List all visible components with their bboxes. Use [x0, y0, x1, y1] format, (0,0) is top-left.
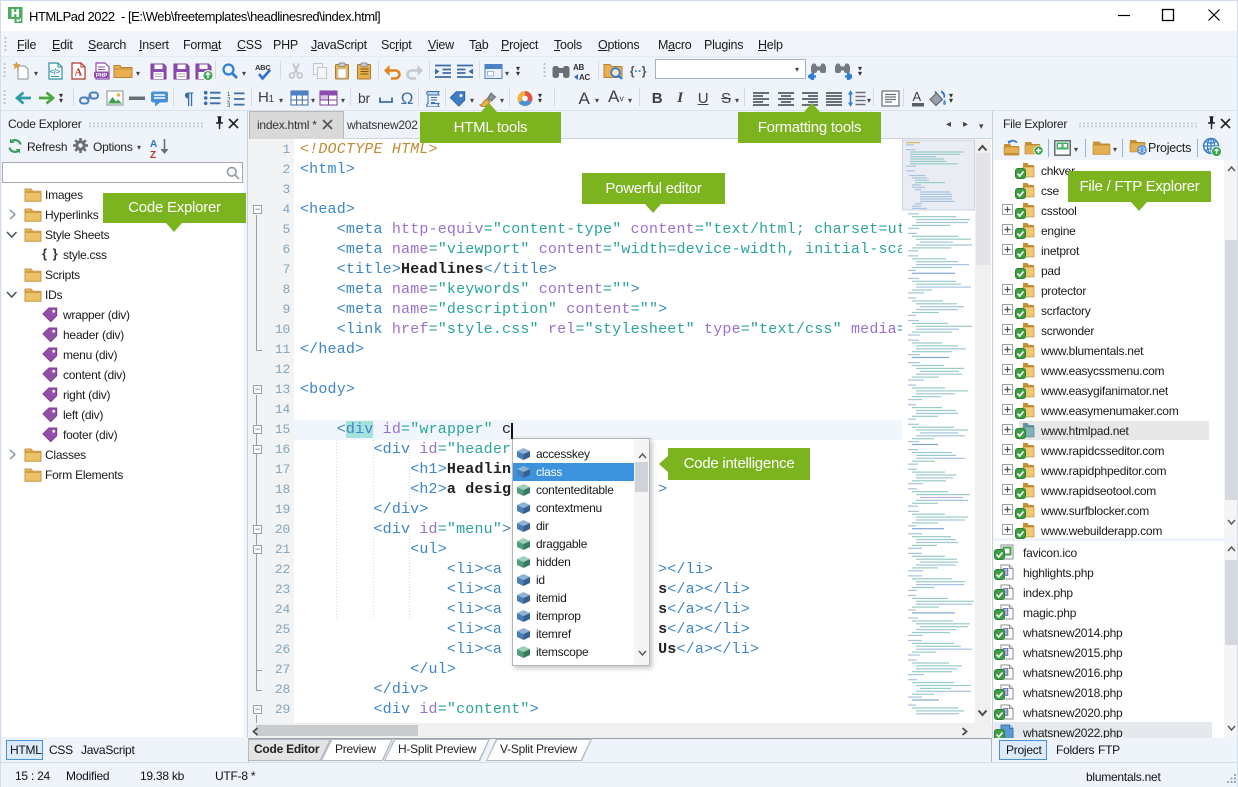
svg-text:AC: AC: [579, 73, 591, 81]
svg-text:</>: </>: [50, 67, 61, 76]
svg-text:A: A: [913, 90, 922, 104]
svg-text:AB: AB: [573, 63, 585, 72]
svg-text:3: 3: [227, 103, 231, 107]
svg-text:A: A: [75, 68, 83, 79]
svg-text:PHP: PHP: [96, 73, 108, 79]
